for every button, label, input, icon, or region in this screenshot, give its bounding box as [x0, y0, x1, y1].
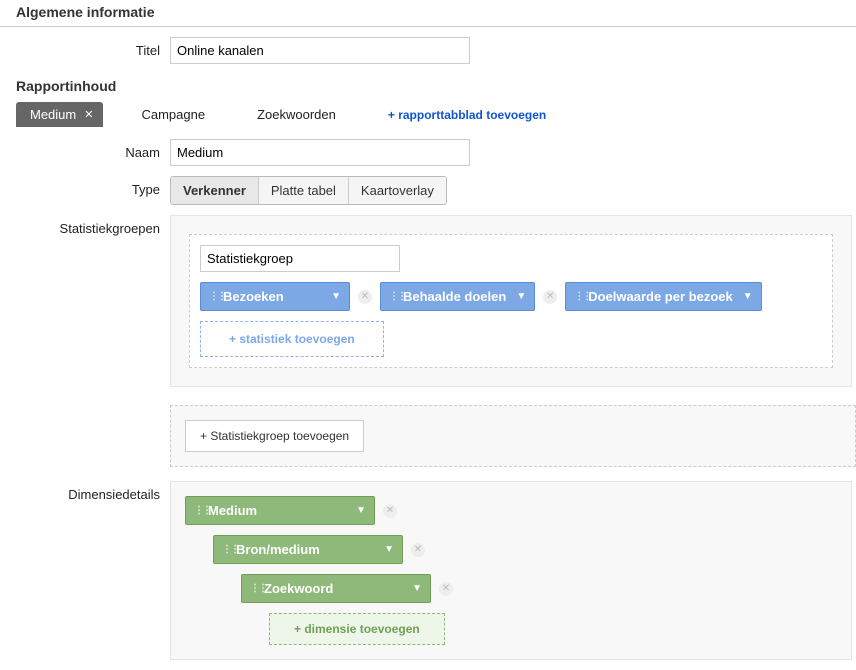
- tab-zoekwoorden[interactable]: Zoekwoorden: [243, 102, 350, 127]
- stat-groups-panel: ⋮⋮ Bezoeken ▼ ✕ ⋮⋮ Behaalde doelen ▼ ✕ ⋮…: [170, 215, 852, 387]
- drag-icon: ⋮⋮: [250, 583, 258, 594]
- stat-pill-behaalde-doelen[interactable]: ⋮⋮ Behaalde doelen ▼: [380, 282, 535, 311]
- drag-icon: ⋮⋮: [194, 505, 202, 516]
- stat-groups-label: Statistiekgroepen: [0, 215, 170, 236]
- pill-label: Bezoeken: [223, 289, 321, 304]
- tab-medium[interactable]: Medium ✕: [16, 102, 103, 127]
- remove-icon[interactable]: ✕: [543, 290, 557, 304]
- remove-icon[interactable]: ✕: [383, 504, 397, 518]
- chevron-down-icon[interactable]: ▼: [356, 505, 366, 516]
- drag-icon: ⋮⋮: [209, 291, 217, 302]
- dim-pill-bron-medium[interactable]: ⋮⋮ Bron/medium ▼: [213, 535, 403, 564]
- dim-pill-medium[interactable]: ⋮⋮ Medium ▼: [185, 496, 375, 525]
- add-dimension-button[interactable]: + dimensie toevoegen: [269, 613, 445, 645]
- tab-campagne[interactable]: Campagne: [127, 102, 219, 127]
- remove-icon[interactable]: ✕: [358, 290, 372, 304]
- type-option-platte-tabel[interactable]: Platte tabel: [259, 177, 349, 204]
- chevron-down-icon[interactable]: ▼: [384, 544, 394, 555]
- section-report-content-title: Rapportinhoud: [0, 74, 856, 100]
- stat-group-box: ⋮⋮ Bezoeken ▼ ✕ ⋮⋮ Behaalde doelen ▼ ✕ ⋮…: [189, 234, 833, 368]
- close-icon[interactable]: ✕: [84, 108, 93, 121]
- stat-pill-bezoeken[interactable]: ⋮⋮ Bezoeken ▼: [200, 282, 350, 311]
- drag-icon: ⋮⋮: [222, 544, 230, 555]
- type-option-kaartoverlay[interactable]: Kaartoverlay: [349, 177, 446, 204]
- stat-group-name-input[interactable]: [200, 245, 400, 272]
- title-label: Titel: [0, 37, 170, 58]
- type-toggle-group: Verkenner Platte tabel Kaartoverlay: [170, 176, 447, 205]
- add-stat-group-panel: + Statistiekgroep toevoegen: [170, 405, 856, 467]
- dimension-details-label: Dimensiedetails: [0, 481, 170, 502]
- chevron-down-icon[interactable]: ▼: [743, 291, 753, 302]
- pill-label: Zoekwoord: [264, 581, 402, 596]
- stat-pill-doelwaarde[interactable]: ⋮⋮ Doelwaarde per bezoek ▼: [565, 282, 761, 311]
- report-tabs: Medium ✕ Campagne Zoekwoorden + rapportt…: [16, 102, 856, 127]
- add-statistic-button[interactable]: + statistiek toevoegen: [200, 321, 384, 357]
- pill-label: Doelwaarde per bezoek: [588, 289, 733, 304]
- dimension-panel: ⋮⋮ Medium ▼ ✕ ⋮⋮ Bron/medium ▼ ✕ ⋮⋮ Zoek…: [170, 481, 852, 660]
- type-option-verkenner[interactable]: Verkenner: [171, 177, 259, 204]
- name-input[interactable]: [170, 139, 470, 166]
- type-label: Type: [0, 176, 170, 197]
- dim-pill-zoekwoord[interactable]: ⋮⋮ Zoekwoord ▼: [241, 574, 431, 603]
- section-general-info-title: Algemene informatie: [0, 0, 856, 27]
- pill-label: Behaalde doelen: [403, 289, 506, 304]
- chevron-down-icon[interactable]: ▼: [516, 291, 526, 302]
- tab-label: Medium: [30, 107, 76, 122]
- drag-icon: ⋮⋮: [389, 291, 397, 302]
- pill-label: Medium: [208, 503, 346, 518]
- name-label: Naam: [0, 139, 170, 160]
- drag-icon: ⋮⋮: [574, 291, 582, 302]
- remove-icon[interactable]: ✕: [411, 543, 425, 557]
- remove-icon[interactable]: ✕: [439, 582, 453, 596]
- pill-label: Bron/medium: [236, 542, 374, 557]
- add-stat-group-button[interactable]: + Statistiekgroep toevoegen: [185, 420, 364, 452]
- chevron-down-icon[interactable]: ▼: [412, 583, 422, 594]
- add-tab-button[interactable]: + rapporttabblad toevoegen: [374, 103, 560, 127]
- title-input[interactable]: [170, 37, 470, 64]
- chevron-down-icon[interactable]: ▼: [331, 291, 341, 302]
